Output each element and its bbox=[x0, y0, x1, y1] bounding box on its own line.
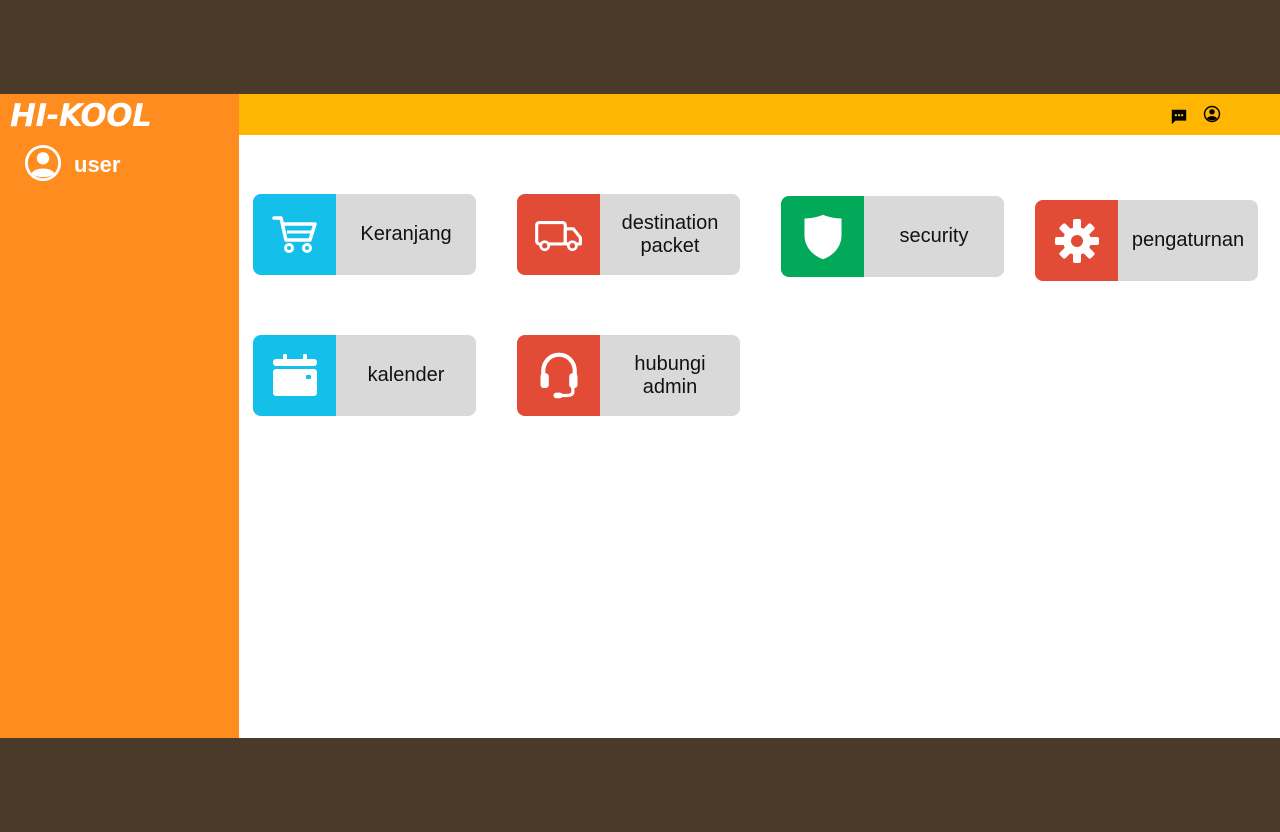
user-avatar-icon bbox=[24, 144, 62, 182]
truck-icon bbox=[517, 194, 600, 275]
footer-band bbox=[0, 738, 1280, 832]
tile-destination-packet[interactable]: destination packet bbox=[517, 194, 740, 275]
chat-icon[interactable] bbox=[1169, 107, 1189, 127]
logo: HI-KOOL bbox=[10, 98, 152, 134]
headset-icon bbox=[517, 335, 600, 416]
top-bar bbox=[239, 94, 1280, 135]
tile-label: hubungi admin bbox=[634, 352, 706, 398]
user-profile[interactable]: user bbox=[24, 144, 120, 182]
account-circle-icon[interactable] bbox=[1202, 104, 1222, 124]
tile-label: pengaturnan bbox=[1131, 229, 1245, 251]
app-window: HI-KOOL user Keranjang destination packe… bbox=[0, 94, 1280, 738]
shield-icon bbox=[781, 196, 864, 277]
tile-pengaturnan[interactable]: pengaturnan bbox=[1035, 200, 1258, 281]
main-content: Keranjang destination packet security pe… bbox=[239, 94, 1280, 738]
tile-hubungi-admin[interactable]: hubungi admin bbox=[517, 335, 740, 416]
sidebar: HI-KOOL user bbox=[0, 94, 239, 738]
tile-label: Keranjang bbox=[360, 223, 452, 245]
tile-label: destination packet bbox=[621, 211, 719, 257]
tile-kalender[interactable]: kalender bbox=[253, 335, 476, 416]
calendar-icon bbox=[253, 335, 336, 416]
tile-security[interactable]: security bbox=[781, 196, 1004, 277]
tile-label: kalender bbox=[367, 364, 445, 386]
cart-icon bbox=[253, 194, 336, 275]
tile-keranjang[interactable]: Keranjang bbox=[253, 194, 476, 275]
gear-icon bbox=[1035, 200, 1118, 281]
tile-label: security bbox=[899, 225, 969, 247]
user-label: user bbox=[74, 152, 121, 177]
